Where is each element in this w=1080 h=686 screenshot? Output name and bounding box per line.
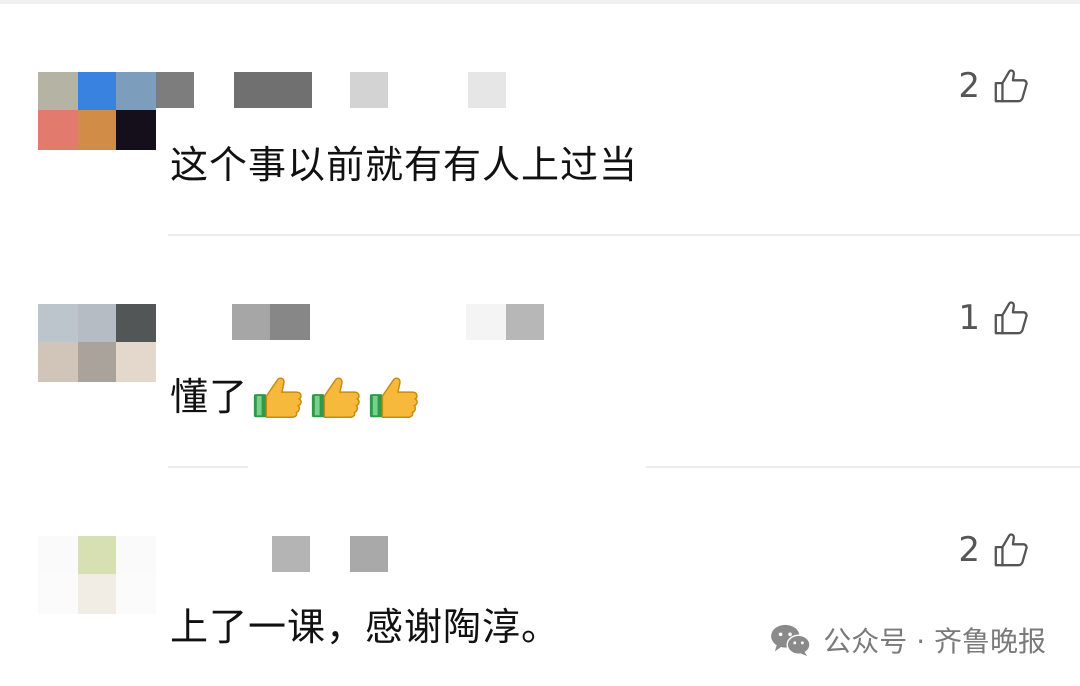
thumbs-up-emoji-icon bbox=[369, 377, 418, 418]
thumbs-up-outline-icon bbox=[994, 301, 1028, 335]
username-blurred[interactable] bbox=[156, 72, 506, 110]
comment-text-content: 懂了 bbox=[170, 375, 249, 419]
thumbs-up-outline-icon bbox=[994, 533, 1028, 567]
thumbs-up-emoji-icon bbox=[311, 377, 360, 418]
avatar[interactable] bbox=[38, 304, 156, 382]
emoji-group bbox=[250, 375, 424, 425]
avatar[interactable] bbox=[38, 536, 156, 614]
source-watermark: 公众号 · 齐鲁晚报 bbox=[769, 620, 1046, 660]
username-blurred[interactable] bbox=[232, 304, 544, 342]
thumbs-up-outline-icon bbox=[994, 69, 1028, 103]
like-button[interactable]: 2 bbox=[958, 66, 1030, 106]
comment-item: 懂了 1 bbox=[0, 236, 1080, 468]
thumbs-up-emoji-icon bbox=[253, 377, 302, 418]
username-blurred[interactable] bbox=[272, 536, 388, 574]
comment-item: 这个事以前就有有人上过当 2 bbox=[0, 0, 1080, 236]
like-count: 2 bbox=[958, 530, 980, 570]
comment-text: 懂了 bbox=[170, 366, 424, 425]
avatar[interactable] bbox=[38, 72, 156, 150]
like-count: 2 bbox=[958, 66, 980, 106]
source-label: 公众号 · 齐鲁晚报 bbox=[823, 625, 1046, 658]
like-button[interactable]: 2 bbox=[958, 530, 1030, 570]
comment-text: 上了一课，感谢陶淳。 bbox=[170, 605, 561, 649]
comment-text: 这个事以前就有有人上过当 bbox=[170, 143, 639, 187]
wechat-icon bbox=[771, 624, 811, 657]
like-button[interactable]: 1 bbox=[958, 298, 1030, 338]
like-count: 1 bbox=[958, 298, 980, 338]
